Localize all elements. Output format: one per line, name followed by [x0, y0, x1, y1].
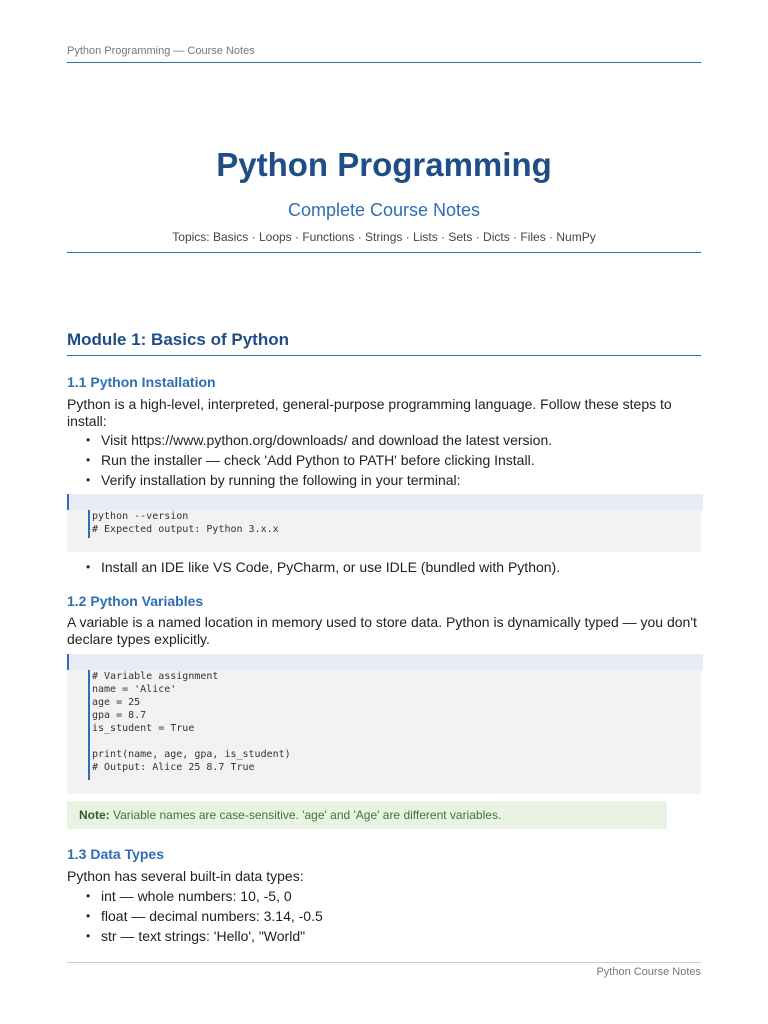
variables-intro: A variable is a named location in memory… — [67, 614, 697, 647]
section-heading-data-types: 1.3 Data Types — [67, 846, 165, 862]
data-types-list: int — whole numbers: 10, -5, 0 float — d… — [67, 886, 701, 946]
note-label: Note: — [79, 808, 110, 822]
code-block-footer — [67, 780, 701, 794]
note-text: Variable names are case-sensitive. 'age'… — [109, 808, 502, 822]
header-divider — [67, 62, 701, 63]
code-header-bar — [67, 494, 703, 510]
running-header: Python Programming — Course Notes — [67, 45, 255, 57]
code-block-variables: # Variable assignment name = 'Alice' age… — [67, 670, 701, 780]
module-heading: Module 1: Basics of Python — [67, 330, 289, 349]
code-block-install: python --version # Expected output: Pyth… — [67, 510, 701, 538]
list-item: Install an IDE like VS Code, PyCharm, or… — [67, 557, 701, 577]
code-line: python --version — [92, 511, 189, 522]
code-header-bar — [67, 654, 703, 670]
list-item: Verify installation by running the follo… — [67, 470, 701, 490]
running-footer: Python Course Notes — [596, 966, 701, 978]
document-title: Python Programming — [216, 146, 552, 183]
code-line: # Variable assignment — [92, 671, 219, 682]
code-line: # Output: Alice 25 8.7 True — [92, 762, 255, 773]
list-item: Visit https://www.python.org/downloads/ … — [67, 430, 701, 450]
data-types-intro: Python has several built-in data types: — [67, 868, 304, 884]
list-item: int — whole numbers: 10, -5, 0 — [67, 886, 701, 906]
installation-steps: Visit https://www.python.org/downloads/ … — [67, 430, 701, 490]
section-heading-installation: 1.1 Python Installation — [67, 374, 216, 390]
installation-intro: Python is a high-level, interpreted, gen… — [67, 396, 672, 429]
note-callout: Note: Variable names are case-sensitive.… — [67, 801, 667, 829]
code-line: name = 'Alice' — [92, 684, 177, 695]
footer-divider — [67, 962, 701, 963]
list-item: float — decimal numbers: 3.14, -0.5 — [67, 906, 701, 926]
code-line: # Expected output: Python 3.x.x — [92, 524, 279, 535]
code-line: is_student = True — [92, 723, 195, 734]
title-divider — [67, 252, 701, 253]
module-divider — [67, 355, 701, 356]
installation-after-steps: Install an IDE like VS Code, PyCharm, or… — [67, 557, 701, 577]
section-heading-variables: 1.2 Python Variables — [67, 593, 204, 609]
list-item: Run the installer — check 'Add Python to… — [67, 450, 701, 470]
code-block-footer — [67, 538, 701, 552]
code-line: age = 25 — [92, 697, 141, 708]
topics-line: Topics: Basics · Loops · Functions · Str… — [172, 230, 596, 244]
code-line: print(name, age, gpa, is_student) — [92, 749, 291, 760]
document-subtitle: Complete Course Notes — [287, 200, 481, 220]
list-item: str — text strings: 'Hello', "World" — [67, 926, 701, 946]
code-line: gpa = 8.7 — [92, 710, 147, 721]
